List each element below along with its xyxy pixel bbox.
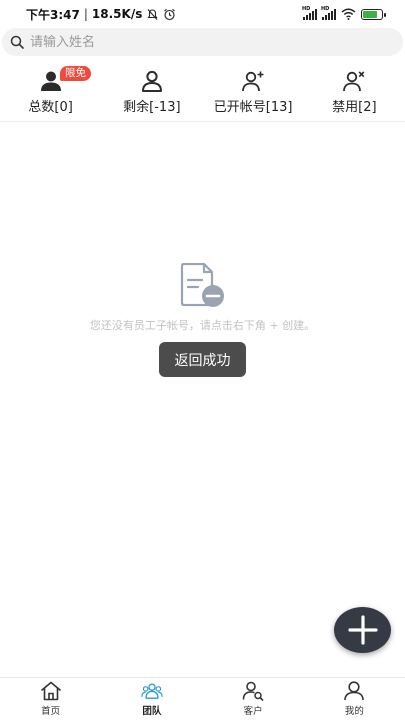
nav-mine[interactable]: 我的	[304, 678, 405, 720]
document-minus-icon	[180, 263, 224, 307]
app-page: 下午3:47 | 18.5K/s HD HD 请输入姓名 限免 总数[0] 剩余…	[0, 0, 405, 720]
free-badge: 限免	[60, 66, 91, 81]
status-bar: 下午3:47 | 18.5K/s HD HD	[0, 0, 405, 28]
nav-team-label: 团队	[142, 706, 162, 717]
stats-row: 限免 总数[0] 剩余[-13] 已开帐号[13] 禁用[2]	[0, 66, 405, 122]
nav-home-label: 首页	[41, 706, 61, 717]
status-time: 下午3:47	[26, 7, 80, 22]
nav-customer[interactable]: 客户	[203, 678, 304, 720]
stat-opened-label: 已开帐号[13]	[213, 100, 293, 115]
mute-icon	[147, 8, 158, 20]
stat-opened[interactable]: 已开帐号[13]	[203, 68, 304, 121]
team-icon	[141, 683, 163, 699]
nav-mine-label: 我的	[344, 706, 364, 717]
wifi-icon	[341, 8, 356, 20]
status-right: HD HD	[302, 5, 386, 20]
signal-hd-label: HD	[302, 5, 311, 12]
stat-disabled-label: 禁用[2]	[332, 100, 377, 115]
status-separator: |	[83, 7, 88, 21]
person-outline-icon	[141, 70, 162, 92]
person-disabled-icon	[343, 71, 365, 92]
search-icon	[10, 35, 24, 49]
battery-icon	[361, 8, 386, 20]
person-add-icon	[242, 71, 264, 92]
status-left: 下午3:47 | 18.5K/s	[26, 6, 176, 23]
bottom-nav: 首页 团队 客户 我的	[0, 677, 405, 720]
nav-customer-label: 客户	[243, 706, 263, 717]
search-bar[interactable]	[2, 28, 403, 56]
nav-home[interactable]: 首页	[0, 678, 101, 720]
customer-search-icon	[242, 681, 264, 701]
stat-total[interactable]: 限免 总数[0]	[0, 66, 101, 121]
stat-disabled[interactable]: 禁用[2]	[304, 68, 405, 121]
home-icon	[40, 681, 61, 701]
add-employee-button[interactable]	[334, 607, 391, 653]
stat-remaining-label: 剩余[-13]	[123, 100, 181, 115]
signal-icon: HD	[302, 5, 317, 20]
network-speed: 18.5K/s	[91, 7, 143, 21]
stat-remaining[interactable]: 剩余[-13]	[101, 68, 202, 121]
signal-icon-2: HD	[321, 5, 336, 20]
plus-icon	[347, 615, 378, 645]
nav-team[interactable]: 团队	[101, 678, 202, 720]
stat-total-label: 总数[0]	[28, 100, 73, 115]
signal-hd-label-2: HD	[321, 5, 330, 12]
alarm-icon	[164, 8, 176, 20]
empty-state-text: 您还没有员工子帐号，请点击右下角 + 创建。	[89, 319, 316, 332]
toast-message: 返回成功	[159, 342, 246, 377]
search-input[interactable]	[30, 34, 370, 50]
profile-icon	[344, 681, 365, 701]
